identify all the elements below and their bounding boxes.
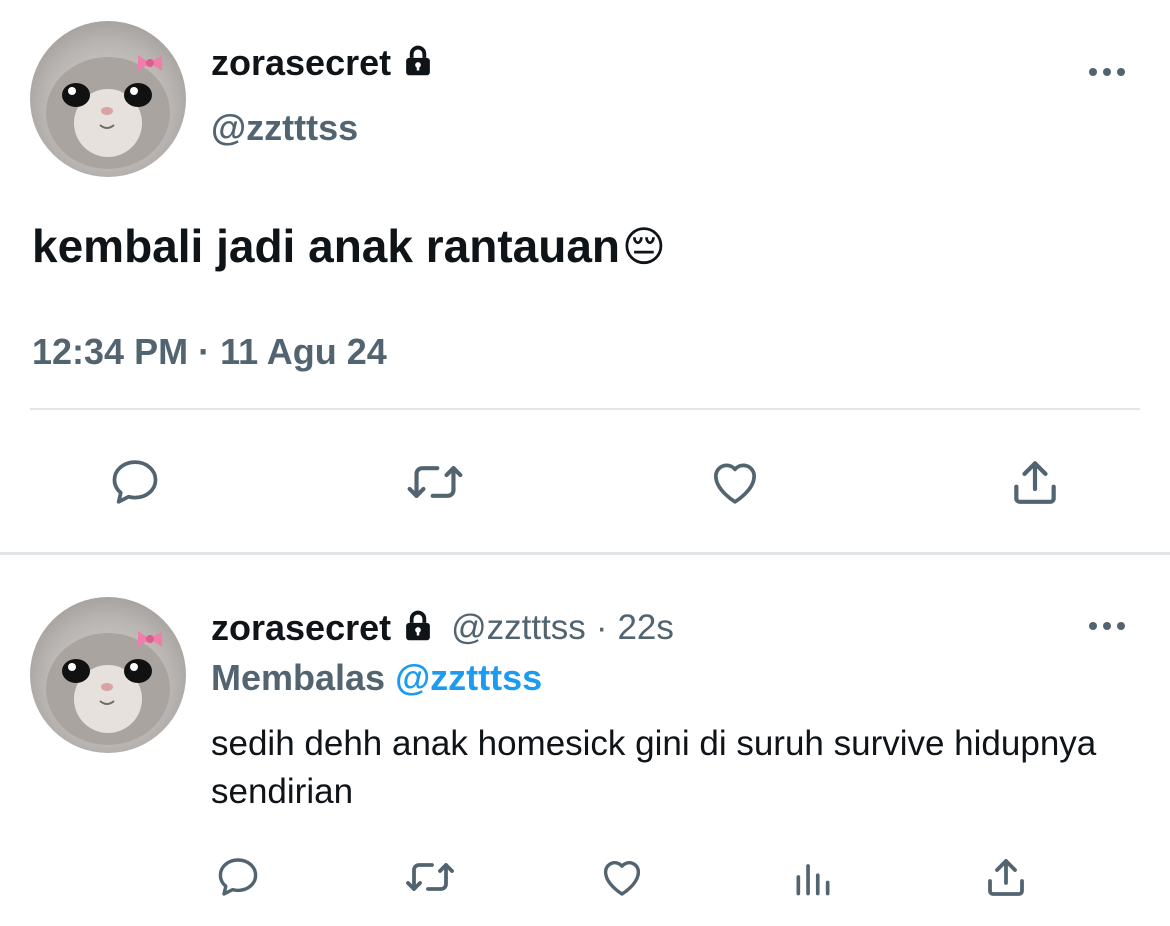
section-divider [0,552,1170,555]
comment-bubble-icon [112,460,158,504]
reply-display-name[interactable]: zorasecret [211,607,391,649]
hamster-avatar-image [46,55,170,169]
more-horizontal-icon[interactable] [1085,612,1129,640]
share-upload-icon [988,859,1024,896]
hamster-avatar-image [46,631,170,745]
reply-button[interactable] [100,452,170,512]
reply-text: sedih dehh anak homesick gini di suruh s… [211,724,1097,811]
handle[interactable]: @zztttss [211,107,358,149]
reply-time[interactable]: 22s [617,608,673,648]
more-horizontal-icon[interactable] [1085,58,1129,86]
meta-separator: · [595,608,608,647]
retweet-button[interactable] [400,452,470,512]
reply-handle[interactable]: @zztttss [451,608,586,648]
avatar[interactable] [30,21,186,177]
retweet-icon [407,466,463,498]
share-button[interactable] [1000,452,1070,512]
heart-icon [603,861,641,896]
pensive-emoji: 😔 [622,222,666,270]
divider [30,408,1140,410]
like-button[interactable] [594,852,650,902]
like-button[interactable] [700,452,770,512]
share-button[interactable] [978,852,1034,902]
heart-icon [713,463,757,504]
lock-icon [399,607,437,650]
replying-to-label: Membalas [211,657,386,698]
retweet-button[interactable] [400,852,460,902]
share-upload-icon [1014,461,1056,504]
tweet-timestamp[interactable]: 12:34 PM · 11 Agu 24 [32,331,387,373]
analytics-button[interactable] [788,852,838,902]
lock-icon [399,42,437,85]
tweet-text: kembali jadi anak rantauan [32,220,621,272]
display-name[interactable]: zorasecret [211,42,391,84]
reply-button[interactable] [210,852,266,902]
bar-chart-icon [796,864,830,896]
comment-bubble-icon [218,858,258,896]
reply-avatar[interactable] [30,597,186,753]
replying-to-mention[interactable]: @zztttss [395,657,542,699]
retweet-icon [406,863,454,891]
